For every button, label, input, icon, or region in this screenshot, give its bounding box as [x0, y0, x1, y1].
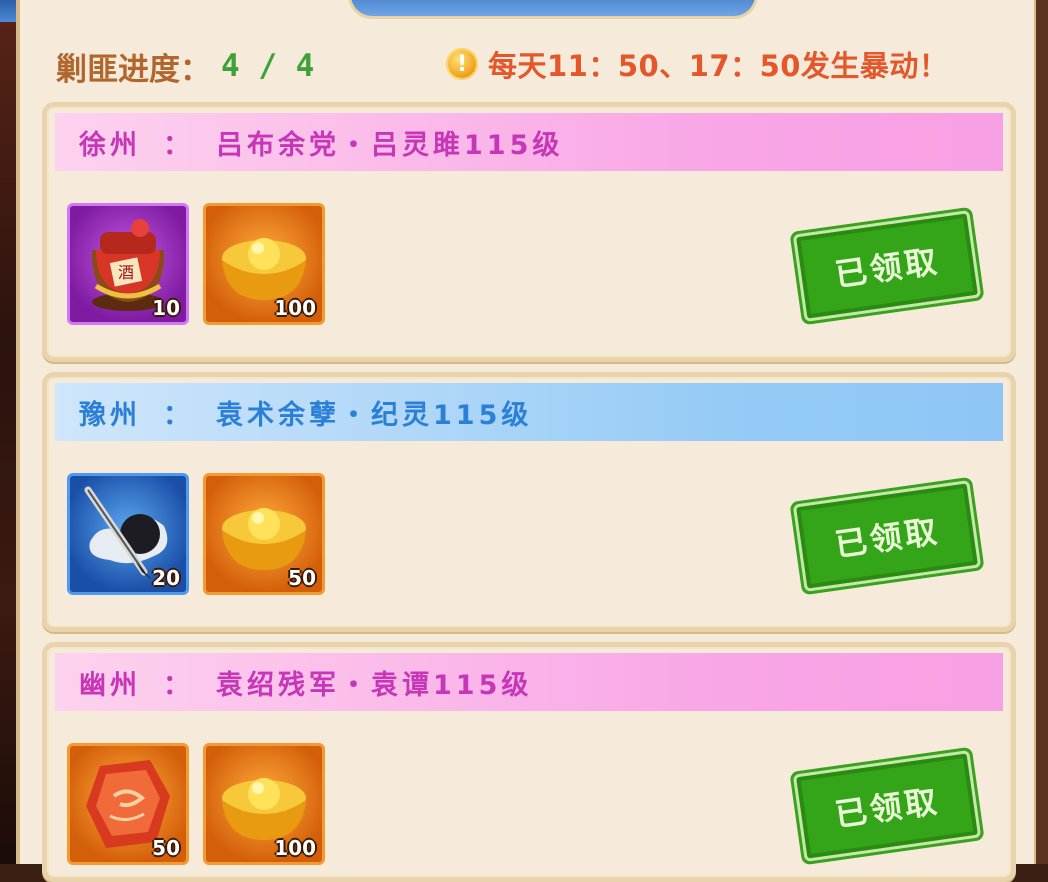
- panel-frame-right: [1036, 0, 1048, 864]
- reward-item-gold-ingot[interactable]: 100: [203, 203, 325, 325]
- item-count: 10: [152, 296, 180, 320]
- reward-item-red-gem[interactable]: 50: [67, 743, 189, 865]
- riot-notice-text: 每天11：50、17：50发生暴动！: [488, 49, 949, 83]
- reward-items: 50 100: [67, 743, 325, 865]
- region-name: 幽州: [79, 669, 141, 701]
- alert-icon: !: [446, 48, 478, 80]
- region-name: 徐州: [79, 129, 141, 161]
- boss-name: 吕布余党・吕灵雎115级: [216, 129, 564, 161]
- reward-items: 20 50: [67, 473, 325, 595]
- reward-card-header: 豫州 ： 袁术余孽・纪灵115级: [55, 383, 1003, 441]
- boss-name: 袁绍残军・袁谭115级: [216, 669, 533, 701]
- reward-card: 豫州 ： 袁术余孽・纪灵115级 20 50 已领取: [42, 372, 1016, 632]
- region-colon: ：: [163, 669, 194, 701]
- progress-label: 剿匪进度：: [56, 51, 211, 88]
- region-colon: ：: [163, 129, 194, 161]
- progress-row: 剿匪进度： 4 / 4: [56, 44, 314, 88]
- reward-card: 幽州 ： 袁绍残军・袁谭115级 50 100 已领取: [42, 642, 1016, 882]
- reward-card: 徐州 ： 吕布余党・吕灵雎115级 酒 10 100 已领取: [42, 102, 1016, 362]
- reward-card-header: 幽州 ： 袁绍残军・袁谭115级: [55, 653, 1003, 711]
- reward-item-wine-jar[interactable]: 酒 10: [67, 203, 189, 325]
- item-count: 100: [274, 836, 316, 860]
- claimed-stamp: 已领取: [796, 753, 978, 859]
- claimed-stamp: 已领取: [796, 213, 978, 319]
- reward-item-gold-ingot[interactable]: 100: [203, 743, 325, 865]
- panel-title-tab: [348, 0, 758, 19]
- riot-notice: ! 每天11：50、17：50发生暴动！: [446, 42, 948, 86]
- reward-item-ink-brush[interactable]: 20: [67, 473, 189, 595]
- reward-card-header: 徐州 ： 吕布余党・吕灵雎115级: [55, 113, 1003, 171]
- boss-name: 袁术余孽・纪灵115级: [216, 399, 533, 431]
- item-count: 100: [274, 296, 316, 320]
- item-count: 50: [152, 836, 180, 860]
- region-colon: ：: [163, 399, 194, 431]
- svg-text:酒: 酒: [118, 263, 134, 282]
- region-name: 豫州: [79, 399, 141, 431]
- reward-item-gold-ingot[interactable]: 50: [203, 473, 325, 595]
- item-count: 50: [288, 566, 316, 590]
- reward-items: 酒 10 100: [67, 203, 325, 325]
- item-count: 20: [152, 566, 180, 590]
- progress-value: 4 / 4: [221, 48, 315, 84]
- claimed-stamp: 已领取: [796, 483, 978, 589]
